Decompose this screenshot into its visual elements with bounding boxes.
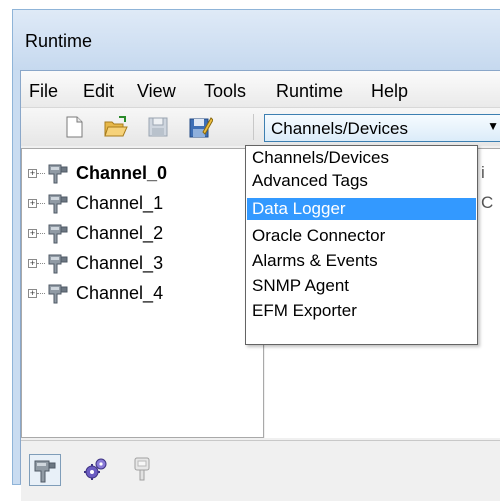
column-text-fragment: C — [481, 193, 494, 212]
tree-item-channel-0[interactable]: + Channel_0 — [22, 161, 262, 187]
menu-help[interactable]: Help — [371, 81, 408, 102]
chevron-down-icon: ▼ — [487, 119, 499, 133]
dropdown-item-alarms-events[interactable]: Alarms & Events — [247, 250, 476, 272]
menu-bar: File Edit View Tools Runtime Help — [21, 71, 500, 108]
channel-tree[interactable]: + Channel_0 + Channel_1 + Channel_2 + Ch… — [21, 148, 264, 438]
main-toolbar: Channels/Devices ▼ — [21, 108, 500, 146]
tree-item-label: Channel_1 — [76, 193, 164, 213]
expand-icon[interactable]: + — [28, 259, 37, 268]
tree-connector-line — [37, 293, 45, 294]
channel-icon — [46, 281, 70, 305]
dropdown-item-data-logger[interactable]: Data Logger — [247, 198, 476, 220]
expand-icon[interactable]: + — [28, 169, 37, 178]
tree-item-channel-4[interactable]: + Channel_4 — [22, 281, 262, 307]
expand-icon[interactable]: + — [28, 289, 37, 298]
dropdown-item-efm-exporter[interactable]: EFM Exporter — [247, 300, 476, 322]
tree-item-channel-1[interactable]: + Channel_1 — [22, 191, 262, 217]
menu-runtime[interactable]: Runtime — [276, 81, 343, 102]
view-selector-value: Channels/Devices — [271, 119, 409, 138]
tree-item-channel-2[interactable]: + Channel_2 — [22, 221, 262, 247]
column-text-fragment: i — [481, 163, 485, 182]
window-title: Runtime — [25, 31, 93, 51]
tree-connector-line — [37, 173, 45, 174]
tree-connector-line — [37, 233, 45, 234]
channel-icon — [46, 221, 70, 245]
dropdown-item-snmp-agent[interactable]: SNMP Agent — [247, 275, 476, 297]
tree-item-label: Channel_4 — [76, 283, 164, 303]
tree-connector-line — [37, 203, 45, 204]
menu-edit[interactable]: Edit — [83, 81, 114, 102]
dropdown-item-oracle-connector[interactable]: Oracle Connector — [247, 225, 476, 247]
menu-file[interactable]: File — [29, 81, 58, 102]
save-icon[interactable] — [145, 114, 171, 140]
tree-item-label: Channel_3 — [76, 253, 164, 273]
save-as-icon[interactable] — [187, 114, 214, 140]
channel-icon — [46, 251, 70, 275]
view-selector-dropdown[interactable]: Channels/Devices Advanced Tags Data Logg… — [245, 145, 478, 345]
view-selector-combo[interactable]: Channels/Devices ▼ — [264, 114, 500, 142]
gears-icon[interactable] — [81, 454, 113, 486]
menu-tools[interactable]: Tools — [204, 81, 246, 102]
title-bar[interactable]: Runtime — [13, 10, 500, 70]
tree-item-channel-3[interactable]: + Channel_3 — [22, 251, 262, 277]
open-folder-icon[interactable] — [103, 114, 129, 140]
toolbar-separator — [253, 114, 254, 140]
tree-item-label: Channel_0 — [76, 163, 168, 183]
tree-item-label: Channel_2 — [76, 223, 164, 243]
expand-icon[interactable]: + — [28, 229, 37, 238]
tree-connector-line — [37, 263, 45, 264]
channel-icon — [46, 191, 70, 215]
device-disabled-icon[interactable] — [127, 454, 159, 486]
menu-view[interactable]: View — [137, 81, 176, 102]
new-document-icon[interactable] — [61, 114, 87, 140]
dropdown-item-advanced-tags[interactable]: Advanced Tags — [247, 170, 476, 192]
dropdown-item-channels-devices[interactable]: Channels/Devices — [247, 147, 476, 169]
channel-view-icon[interactable] — [29, 454, 61, 486]
expand-icon[interactable]: + — [28, 199, 37, 208]
view-switcher-bar — [21, 440, 500, 501]
channel-icon — [46, 161, 70, 185]
